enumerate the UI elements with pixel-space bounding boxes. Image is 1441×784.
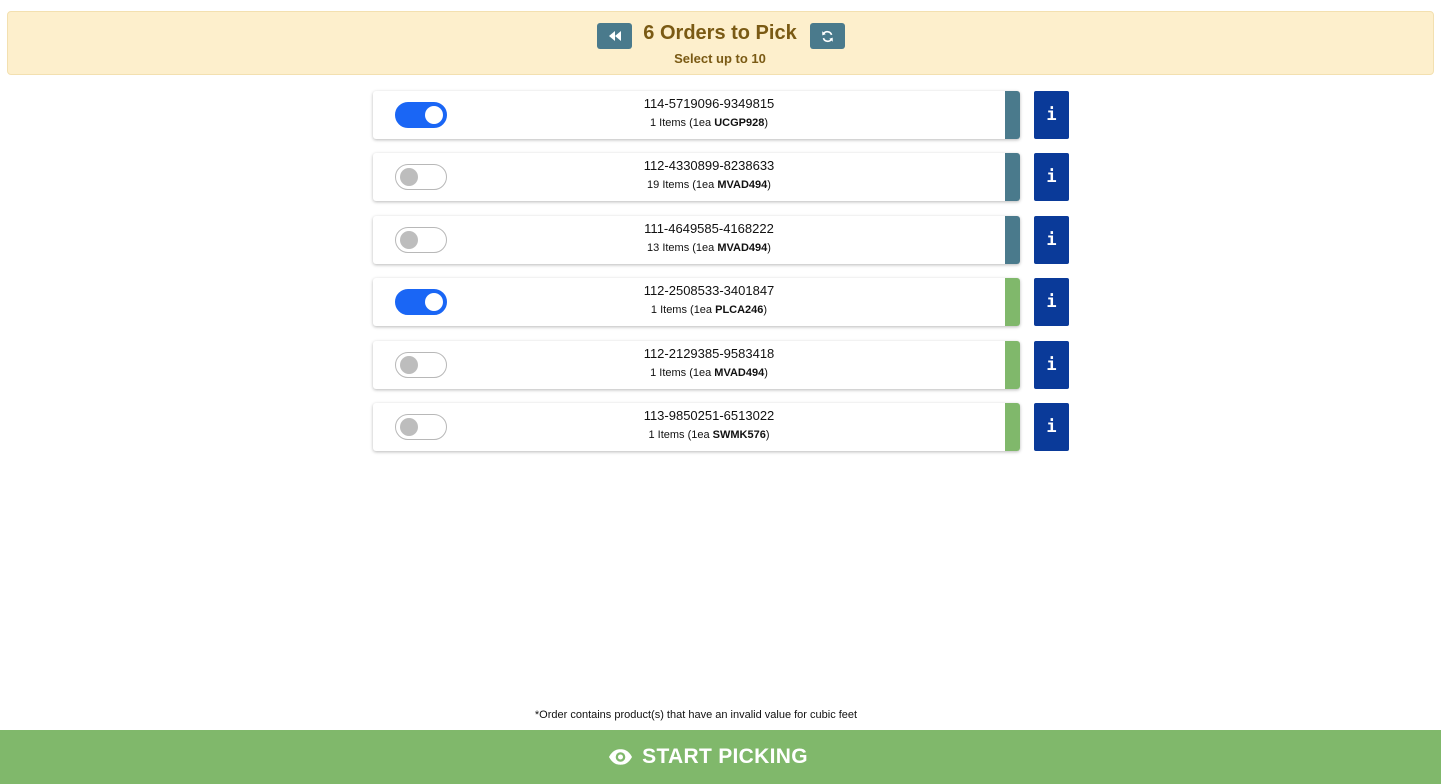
order-details: 112-4330899-8238633 19 Items (1ea MVAD494… [413, 158, 1005, 192]
order-number: 111-4649585-4168222 [644, 220, 774, 236]
page-subtitle: Select up to 10 [674, 51, 766, 66]
item-sku: MVAD494 [714, 366, 765, 379]
order-row: 112-4330899-8238633 19 Items (1ea MVAD494… [373, 153, 1070, 202]
item-sku: MVAD494 [717, 241, 768, 254]
order-status-bar [1005, 340, 1020, 389]
order-number: 112-4330899-8238633 [643, 158, 775, 174]
refresh-button[interactable] [810, 23, 845, 49]
order-number: 114-5719096-9349815 [643, 96, 775, 111]
item-sku: SWMK576 [712, 428, 766, 441]
order-row: 112-2129385-9583418 1 Items (1ea MVAD494)… [373, 340, 1070, 389]
order-info-button[interactable]: i [1034, 402, 1069, 451]
order-details: 111-4649585-4168222 13 Items (1ea MVAD494… [413, 221, 1005, 255]
items-close: ) [764, 366, 768, 379]
start-picking-label: START PICKING [642, 745, 808, 768]
order-card[interactable]: 113-9850251-6513022 1 Items (1ea SWMK576) [373, 402, 1020, 451]
items-count: 1 Items (1ea [648, 428, 713, 441]
order-items-summary: 13 Items (1ea MVAD494) [413, 241, 1005, 255]
order-status-bar [1005, 402, 1020, 451]
start-picking-button[interactable]: START PICKING [0, 730, 1441, 784]
order-info-button[interactable]: i [1034, 91, 1069, 139]
items-count: 13 Items (1ea [647, 241, 718, 254]
order-row: 111-4649585-4168222 13 Items (1ea MVAD494… [373, 215, 1070, 264]
items-close: ) [763, 304, 768, 317]
order-status-bar [1005, 153, 1020, 202]
order-card[interactable]: 114-5719096-9349815 1 Items (1ea UCGP928) [373, 91, 1020, 139]
order-number: 112-2508533-3401847 [643, 283, 775, 299]
back-button[interactable] [597, 23, 632, 49]
items-close: ) [767, 241, 771, 254]
items-count: 1 Items (1ea [650, 366, 715, 379]
order-number: 113-9850251-6513022 [643, 407, 775, 423]
order-details: 112-2508533-3401847 1 Items (1ea PLCA246) [413, 283, 1005, 317]
items-close: ) [765, 428, 770, 441]
order-items-summary: 1 Items (1ea PLCA246) [413, 303, 1005, 317]
order-items-summary: 1 Items (1ea UCGP928) [413, 116, 1005, 130]
header-banner: 6 Orders to Pick Select up to 10 [7, 11, 1434, 75]
order-card[interactable]: 111-4649585-4168222 13 Items (1ea MVAD494… [373, 215, 1020, 264]
items-close: ) [764, 117, 768, 129]
eye-icon [609, 749, 633, 765]
order-card[interactable]: 112-2508533-3401847 1 Items (1ea PLCA246) [373, 278, 1020, 327]
order-items-summary: 19 Items (1ea MVAD494) [413, 178, 1005, 192]
items-count: 19 Items (1ea [647, 179, 718, 192]
order-status-bar [1005, 215, 1020, 264]
order-info-button[interactable]: i [1034, 340, 1069, 389]
order-list: 114-5719096-9349815 1 Items (1ea UCGP928)… [373, 91, 1070, 465]
order-card[interactable]: 112-4330899-8238633 19 Items (1ea MVAD494… [373, 153, 1020, 202]
rewind-icon [608, 31, 621, 41]
order-info-button[interactable]: i [1034, 278, 1069, 327]
order-card[interactable]: 112-2129385-9583418 1 Items (1ea MVAD494) [373, 340, 1020, 389]
order-row: 114-5719096-9349815 1 Items (1ea UCGP928)… [373, 91, 1070, 139]
footnote: *Order contains product(s) that have an … [534, 709, 858, 721]
order-details: 114-5719096-9349815 1 Items (1ea UCGP928) [413, 96, 1005, 130]
order-items-summary: 1 Items (1ea MVAD494) [413, 366, 1005, 380]
items-count: 1 Items (1ea [649, 117, 715, 129]
order-row: 112-2508533-3401847 1 Items (1ea PLCA246)… [373, 278, 1070, 327]
order-items-summary: 1 Items (1ea SWMK576) [413, 428, 1005, 442]
order-info-button[interactable]: i [1034, 215, 1069, 264]
order-row: 113-9850251-6513022 1 Items (1ea SWMK576)… [373, 402, 1070, 451]
order-details: 113-9850251-6513022 1 Items (1ea SWMK576) [413, 408, 1005, 442]
order-number: 112-2129385-9583418 [643, 345, 775, 361]
item-sku: MVAD494 [717, 179, 768, 192]
order-info-button[interactable]: i [1034, 153, 1069, 202]
order-details: 112-2129385-9583418 1 Items (1ea MVAD494) [413, 346, 1005, 380]
item-sku: PLCA246 [715, 304, 764, 317]
item-sku: UCGP928 [714, 117, 765, 129]
refresh-icon [822, 30, 833, 42]
order-status-bar [1005, 91, 1020, 139]
items-close: ) [767, 179, 771, 192]
order-status-bar [1005, 278, 1020, 327]
items-count: 1 Items (1ea [650, 304, 716, 317]
page-title: 6 Orders to Pick [643, 22, 797, 44]
